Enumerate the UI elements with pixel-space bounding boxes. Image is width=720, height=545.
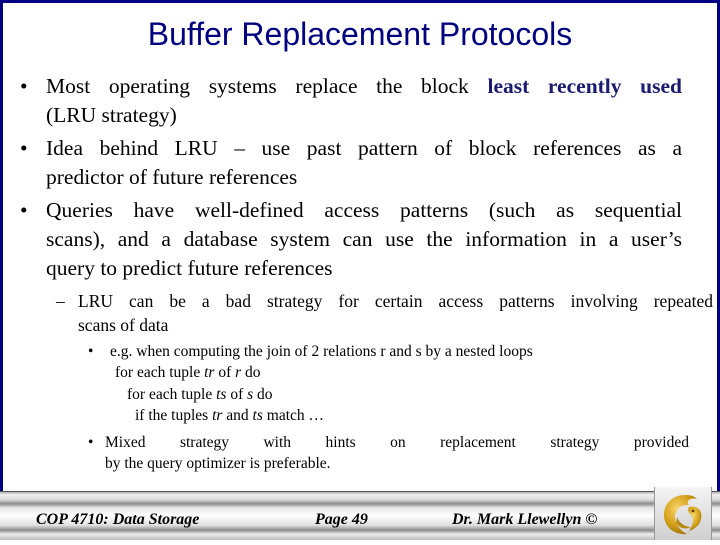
code-line-2: for each tuple ts of s do <box>127 384 273 406</box>
bullet-2-line-2: predictor of future references <box>46 165 298 189</box>
sub-bullet-line-1: LRU can be a bad strategy for certain ac… <box>78 291 713 311</box>
sub-bullet-marker: – <box>56 291 65 311</box>
code-line-1: for each tuple tr of r do <box>115 362 261 384</box>
code-text: do <box>253 386 273 403</box>
bullet-marker: • <box>20 74 28 98</box>
bullet-marker: • <box>20 136 28 160</box>
code-text: of <box>214 364 236 381</box>
bullet-2-line-1: Idea behind LRU – use past pattern of bl… <box>46 136 682 160</box>
footer-author: Dr. Mark Llewellyn © <box>452 511 598 528</box>
code-text: match … <box>262 407 325 424</box>
footer-bar: COP 4710: Data Storage Page 49 Dr. Mark … <box>0 491 720 540</box>
sub-sub-bullet-2-line-2: by the query optimizer is preferable. <box>105 455 331 472</box>
footer-divider <box>0 491 720 492</box>
code-var: ts <box>216 386 227 403</box>
bullet-1-line-1: Most operating systems replace the block… <box>46 72 682 101</box>
code-text: do <box>241 364 261 381</box>
bullet-3-line-2: scans), and a database system can use th… <box>46 227 682 251</box>
code-var: tr <box>204 364 215 381</box>
bullet-1-line-2: (LRU strategy) <box>46 103 177 127</box>
bullet-1-text: Most operating systems replace the block <box>46 74 488 98</box>
sub-sub-bullet-1-line-1: e.g. when computing the join of 2 relati… <box>110 343 533 360</box>
logo-container <box>654 487 712 540</box>
code-text: and <box>222 407 253 424</box>
code-text: of <box>226 386 248 403</box>
bullet-3-line-1: Queries have well-defined access pattern… <box>46 198 682 222</box>
sub-sub-bullet-2-line-1: Mixed strategy with hints on replacement… <box>105 434 689 451</box>
code-text: for each tuple <box>115 364 205 381</box>
code-text: if the tuples <box>135 407 213 424</box>
code-var: tr <box>212 407 223 424</box>
bullet-3-line-3: query to predict future references <box>46 256 333 280</box>
sub-bullet-line-2: scans of data <box>78 315 169 335</box>
emphasis-text: least recently used <box>487 74 683 98</box>
bullet-marker: • <box>20 198 28 222</box>
footer-page-number: Page 49 <box>315 511 368 528</box>
code-text: for each tuple <box>127 386 217 403</box>
sub-sub-bullet-marker: • <box>88 434 94 451</box>
footer-course: COP 4710: Data Storage <box>36 511 200 528</box>
ucf-pegasus-logo-icon <box>663 495 702 535</box>
code-var: ts <box>252 407 263 424</box>
sub-sub-bullet-marker: • <box>88 343 94 360</box>
slide-title: Buffer Replacement Protocols <box>147 16 573 52</box>
code-line-3: if the tuples tr and ts match … <box>135 405 324 427</box>
